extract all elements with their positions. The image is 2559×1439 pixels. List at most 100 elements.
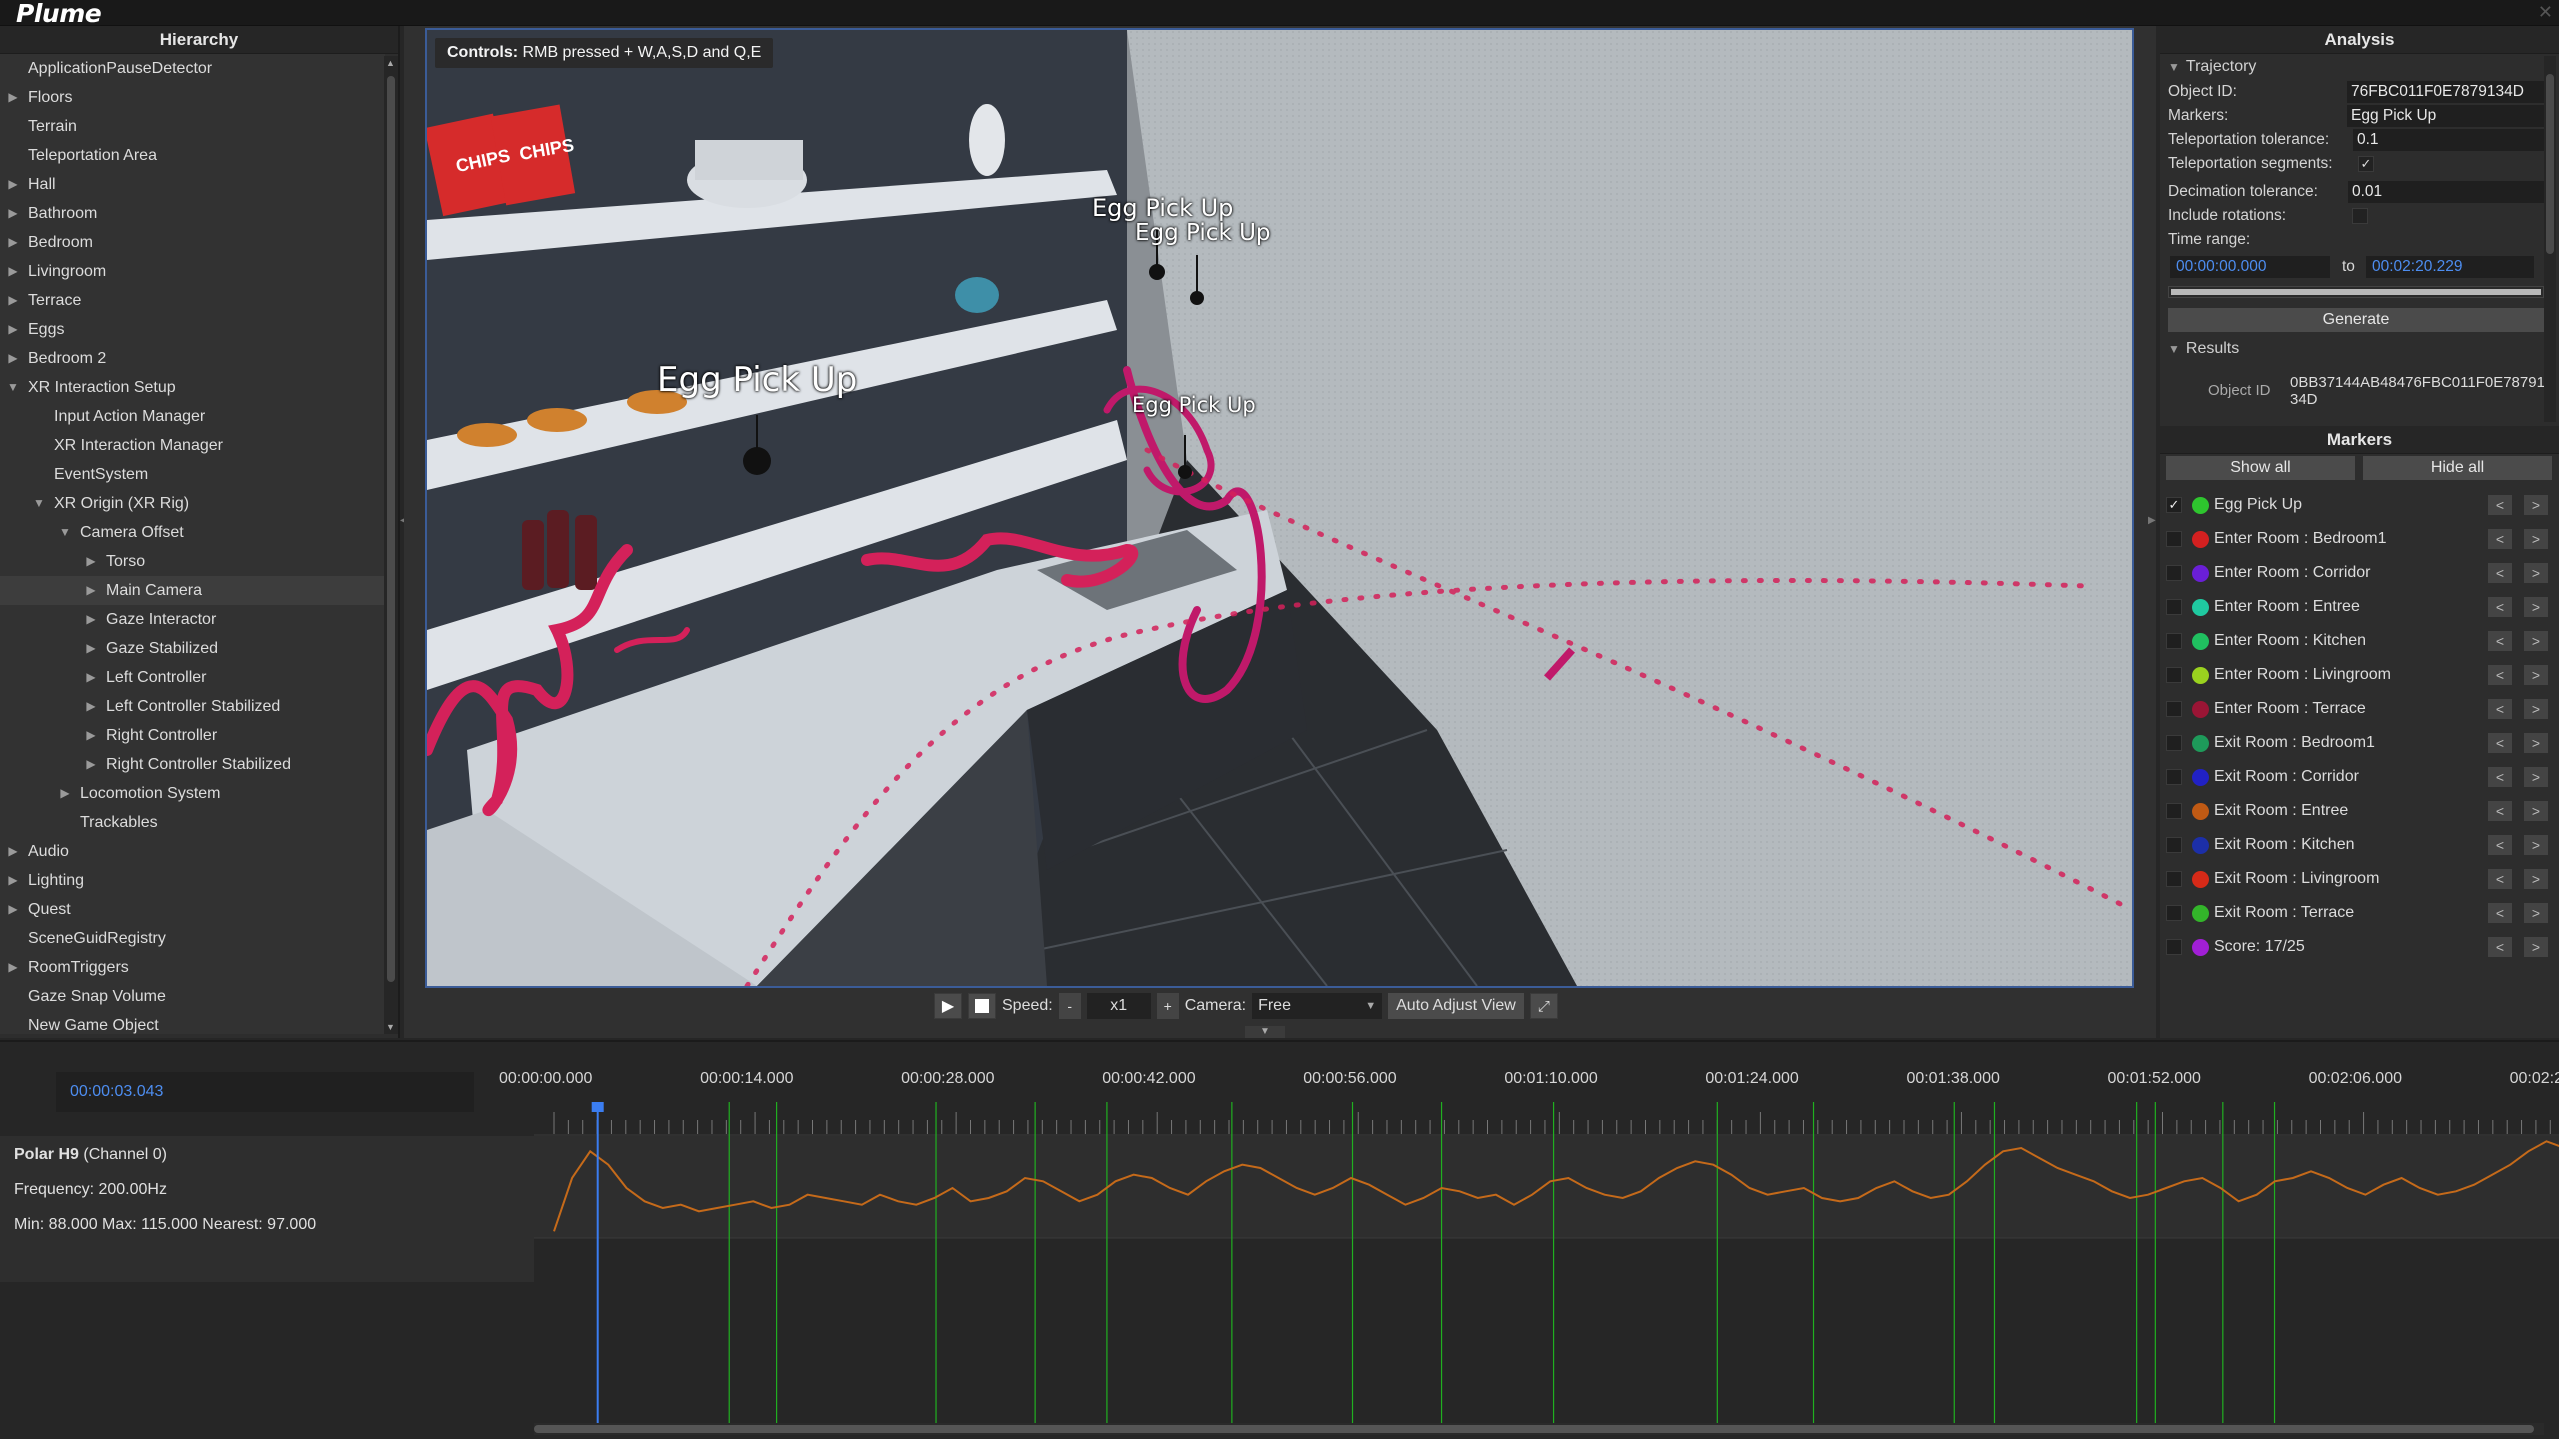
hierarchy-item[interactable]: ▶ Quest	[0, 895, 385, 924]
marker-prev-button[interactable]: <	[2488, 631, 2512, 651]
speed-value[interactable]: x1	[1086, 993, 1151, 1019]
marker-prev-button[interactable]: <	[2488, 767, 2512, 787]
collapsed-arrow-icon[interactable]: ▶	[84, 750, 98, 779]
hierarchy-item[interactable]: ▶ Right Controller Stabilized	[0, 750, 385, 779]
marker-prev-button[interactable]: <	[2488, 869, 2512, 889]
marker-next-button[interactable]: >	[2524, 631, 2548, 651]
marker-next-button[interactable]: >	[2524, 597, 2548, 617]
hierarchy-item[interactable]: ▶ Right Controller	[0, 721, 385, 750]
marker-visibility-checkbox[interactable]	[2166, 905, 2182, 921]
hierarchy-item[interactable]: ▶ Floors	[0, 83, 385, 112]
analysis-scrollbar[interactable]	[2544, 56, 2556, 422]
marker-visibility-checkbox[interactable]	[2166, 871, 2182, 887]
marker-next-button[interactable]: >	[2524, 563, 2548, 583]
marker-next-button[interactable]: >	[2524, 733, 2548, 753]
marker-prev-button[interactable]: <	[2488, 903, 2512, 923]
marker-visibility-checkbox[interactable]	[2166, 531, 2182, 547]
hierarchy-item[interactable]: ▶ RoomTriggers	[0, 953, 385, 982]
speed-decrease-button[interactable]: -	[1058, 993, 1081, 1019]
marker-prev-button[interactable]: <	[2488, 801, 2512, 821]
right-splitter-handle[interactable]: ▶	[2148, 515, 2158, 545]
marker-prev-button[interactable]: <	[2488, 835, 2512, 855]
marker-visibility-checkbox[interactable]	[2166, 769, 2182, 785]
include-rotations-checkbox[interactable]	[2352, 208, 2368, 224]
auto-adjust-view-button[interactable]: Auto Adjust View	[1388, 993, 1524, 1019]
collapsed-arrow-icon[interactable]: ▶	[84, 547, 98, 576]
hierarchy-item[interactable]: ▶ Left Controller Stabilized	[0, 692, 385, 721]
hierarchy-item[interactable]: ▶ Main Camera	[0, 576, 385, 605]
time-range-from-field[interactable]: 00:00:00.000	[2170, 256, 2330, 278]
hierarchy-item[interactable]: ▶ Left Controller	[0, 663, 385, 692]
generate-button[interactable]: Generate	[2168, 308, 2544, 332]
marker-next-button[interactable]: >	[2524, 699, 2548, 719]
hierarchy-item[interactable]: ▶ Terrace	[0, 286, 385, 315]
marker-visibility-checkbox[interactable]: ✓	[2166, 497, 2182, 513]
marker-prev-button[interactable]: <	[2488, 733, 2512, 753]
marker-prev-button[interactable]: <	[2488, 699, 2512, 719]
hierarchy-item[interactable]: Teleportation Area	[0, 141, 385, 170]
fullscreen-button[interactable]: ⤢	[1529, 993, 1558, 1019]
decimation-tolerance-field[interactable]: 0.01	[2348, 181, 2547, 203]
timeline-h-scroll-thumb[interactable]	[534, 1425, 2534, 1433]
time-range-to-field[interactable]: 00:02:20.229	[2366, 256, 2534, 278]
collapsed-arrow-icon[interactable]: ▶	[6, 315, 20, 344]
collapsed-arrow-icon[interactable]: ▶	[6, 286, 20, 315]
marker-prev-button[interactable]: <	[2488, 937, 2512, 957]
hierarchy-item[interactable]: ▶ Bedroom	[0, 228, 385, 257]
hierarchy-item[interactable]: ▶ Hall	[0, 170, 385, 199]
marker-visibility-checkbox[interactable]	[2166, 837, 2182, 853]
hierarchy-item[interactable]: ▶ Gaze Interactor	[0, 605, 385, 634]
marker-next-button[interactable]: >	[2524, 801, 2548, 821]
hierarchy-item[interactable]: ▶ Eggs	[0, 315, 385, 344]
hierarchy-item[interactable]: Input Action Manager	[0, 402, 385, 431]
markers-field[interactable]: Egg Pick Up	[2347, 105, 2547, 127]
hierarchy-item[interactable]: ▶ Audio	[0, 837, 385, 866]
timeline-current-time[interactable]: 00:00:03.043	[56, 1072, 474, 1112]
expanded-arrow-icon[interactable]: ▼	[32, 489, 46, 518]
results-section-header[interactable]: ▼ Results	[2160, 336, 2540, 362]
collapsed-arrow-icon[interactable]: ▶	[6, 895, 20, 924]
marker-visibility-checkbox[interactable]	[2166, 633, 2182, 649]
hierarchy-item[interactable]: EventSystem	[0, 460, 385, 489]
hierarchy-item[interactable]: ▼ XR Origin (XR Rig)	[0, 489, 385, 518]
collapsed-arrow-icon[interactable]: ▶	[84, 663, 98, 692]
collapsed-arrow-icon[interactable]: ▶	[84, 692, 98, 721]
time-range-slider[interactable]	[2168, 286, 2544, 298]
hierarchy-item[interactable]: ▶ Torso	[0, 547, 385, 576]
teleportation-segments-checkbox[interactable]: ✓	[2358, 156, 2374, 172]
marker-next-button[interactable]: >	[2524, 937, 2548, 957]
collapsed-arrow-icon[interactable]: ▶	[84, 576, 98, 605]
hierarchy-scrollbar[interactable]: ▲ ▼	[384, 56, 398, 1034]
hierarchy-item[interactable]: ▶ Bathroom	[0, 199, 385, 228]
collapsed-arrow-icon[interactable]: ▶	[84, 634, 98, 663]
show-all-button[interactable]: Show all	[2166, 456, 2355, 480]
collapsed-arrow-icon[interactable]: ▶	[6, 199, 20, 228]
trajectory-section-header[interactable]: ▼ Trajectory	[2160, 54, 2559, 80]
collapsed-arrow-icon[interactable]: ▶	[6, 228, 20, 257]
collapsed-arrow-icon[interactable]: ▶	[6, 866, 20, 895]
collapse-timeline-handle[interactable]: ▼	[1245, 1026, 1285, 1038]
hierarchy-item[interactable]: ▶ Gaze Stabilized	[0, 634, 385, 663]
analysis-scroll-thumb[interactable]	[2546, 74, 2554, 254]
marker-visibility-checkbox[interactable]	[2166, 939, 2182, 955]
play-button[interactable]: ▶	[934, 993, 962, 1019]
marker-prev-button[interactable]: <	[2488, 665, 2512, 685]
hierarchy-item[interactable]: XR Interaction Manager	[0, 431, 385, 460]
marker-prev-button[interactable]: <	[2488, 529, 2512, 549]
hierarchy-item[interactable]: ▶ Livingroom	[0, 257, 385, 286]
camera-dropdown[interactable]: Free ▼	[1252, 993, 1383, 1019]
timeline-graph[interactable]	[534, 1042, 2559, 1424]
hierarchy-item[interactable]: ApplicationPauseDetector	[0, 54, 385, 83]
marker-prev-button[interactable]: <	[2488, 495, 2512, 515]
close-icon[interactable]: ✕	[2538, 2, 2553, 23]
hierarchy-item[interactable]: ▶ Locomotion System	[0, 779, 385, 808]
hierarchy-item[interactable]: ▶ Lighting	[0, 866, 385, 895]
marker-next-button[interactable]: >	[2524, 529, 2548, 549]
collapsed-arrow-icon[interactable]: ▶	[6, 170, 20, 199]
marker-next-button[interactable]: >	[2524, 767, 2548, 787]
hierarchy-item[interactable]: ▼ XR Interaction Setup	[0, 373, 385, 402]
expanded-arrow-icon[interactable]: ▼	[6, 373, 20, 402]
hierarchy-item[interactable]: Terrain	[0, 112, 385, 141]
marker-visibility-checkbox[interactable]	[2166, 599, 2182, 615]
hierarchy-item[interactable]: ▶ Bedroom 2	[0, 344, 385, 373]
